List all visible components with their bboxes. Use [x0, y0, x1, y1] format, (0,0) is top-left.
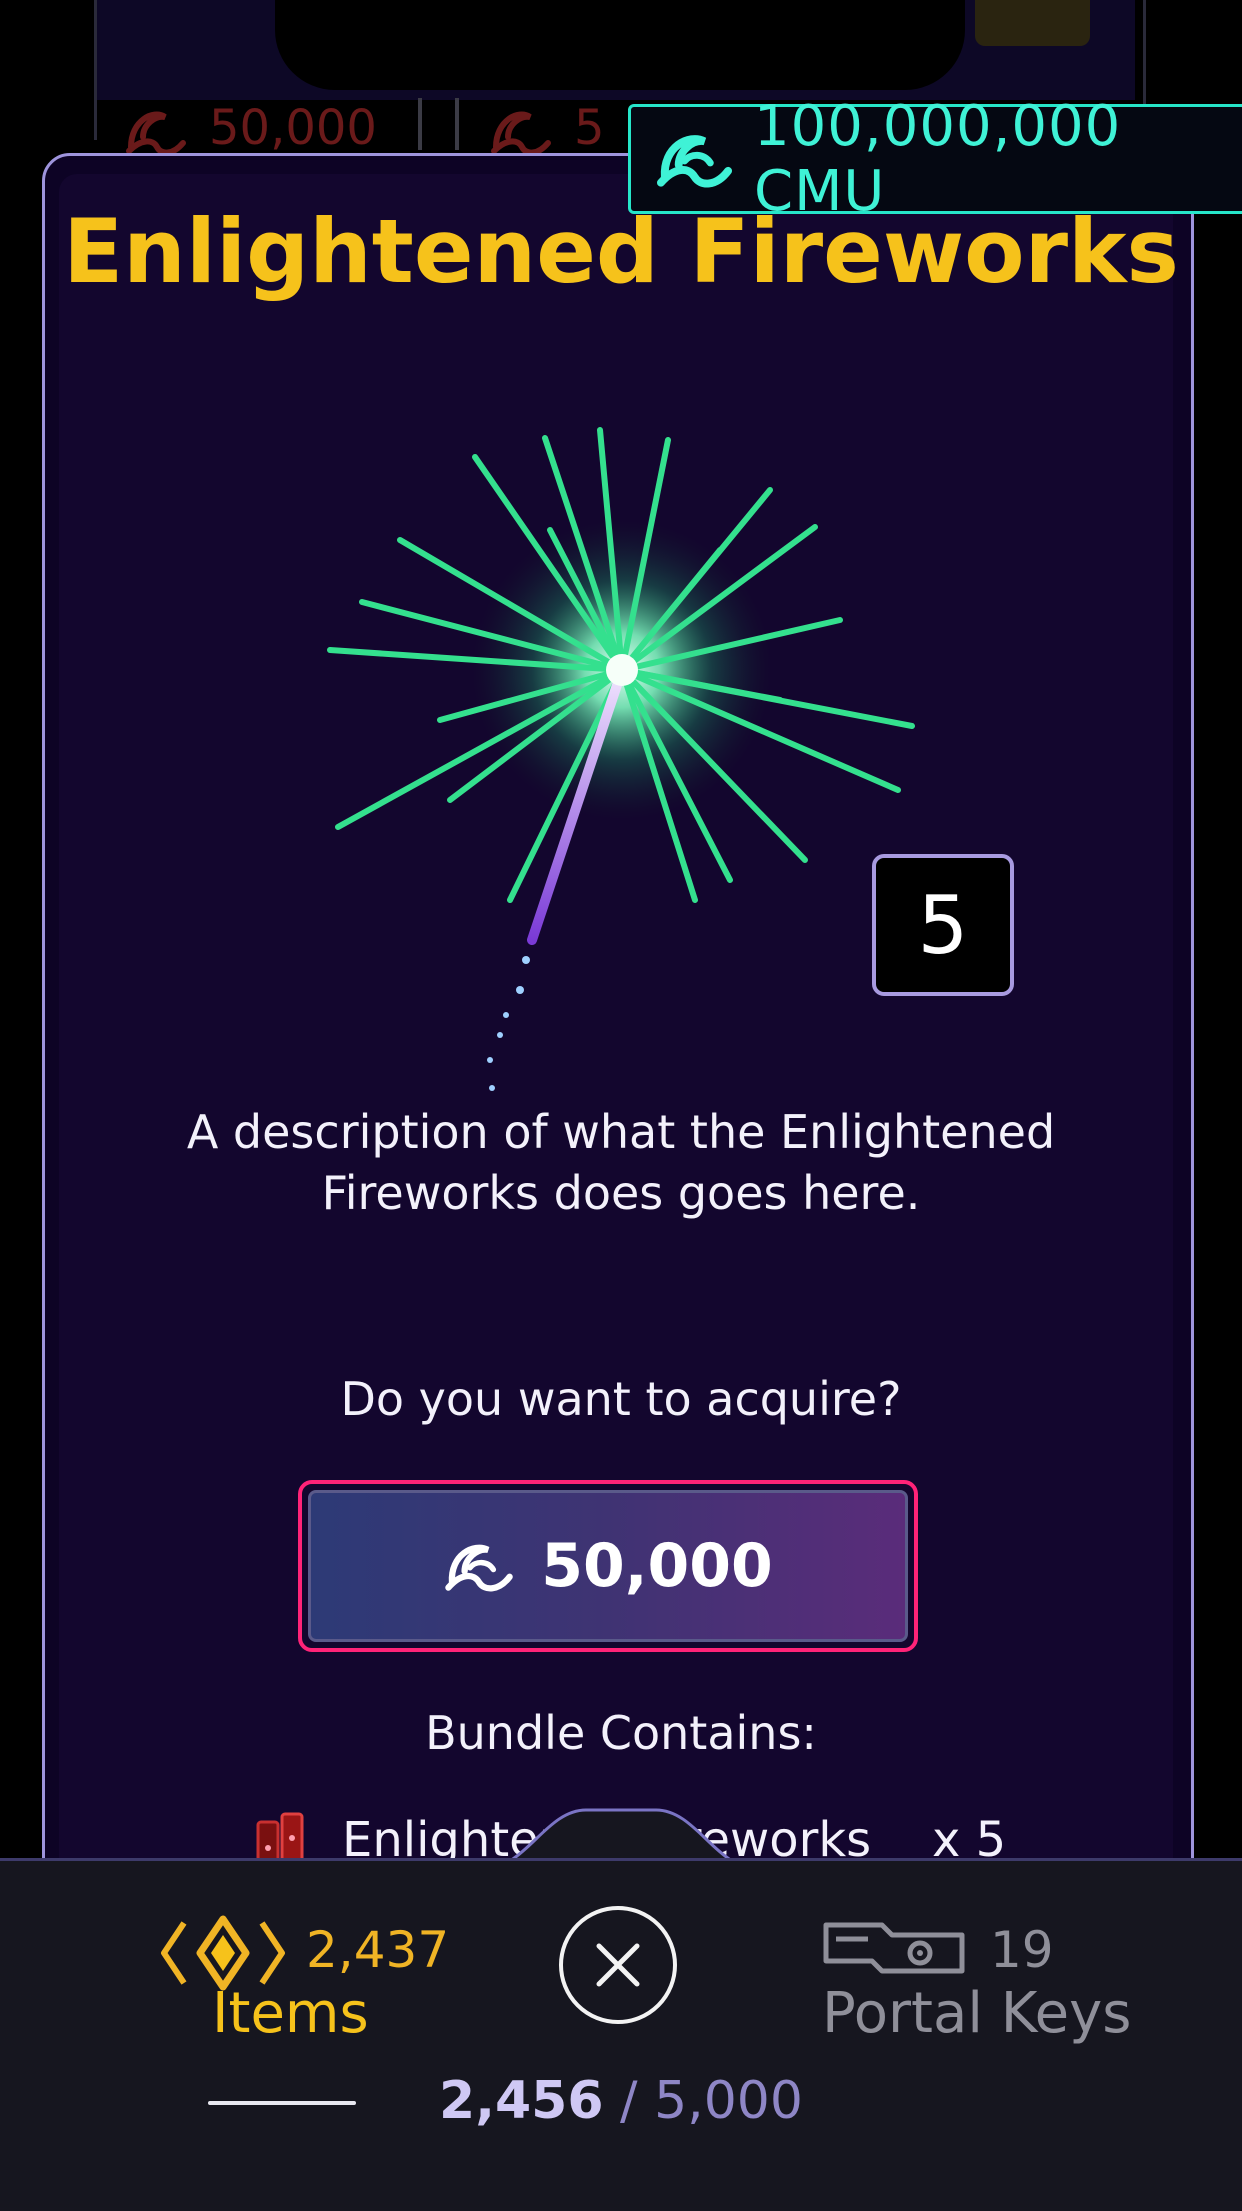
item-quantity-badge: 5 — [872, 854, 1014, 996]
portal-keys-label: Portal Keys — [822, 1981, 1132, 2046]
background-store-header — [95, 0, 1135, 100]
background-price-right: 5 — [490, 100, 605, 159]
acquire-prompt: Do you want to acquire? — [340, 1372, 902, 1426]
inventory-capacity: 2,456 / 5,000 — [0, 2071, 1242, 2131]
background-divider — [94, 0, 97, 140]
bundle-title: Bundle Contains: — [425, 1706, 817, 1760]
item-title: Enlightened Fireworks — [63, 200, 1179, 303]
inventory-bar: 2,437 Items 19 Portal Keys 2,456 / 5,000 — [0, 1858, 1242, 2211]
cmu-balance-badge: 100,000,000 CMU — [628, 94, 1242, 224]
cmu-coin-icon — [445, 1544, 513, 1592]
background-price-right-text: 5 — [574, 100, 605, 156]
background-price-left: 50,000 — [125, 100, 377, 159]
portal-keys-count: 19 — [990, 1921, 1054, 1979]
firework-illustration — [327, 427, 915, 1091]
close-icon — [596, 1943, 640, 1987]
items-count: 2,437 — [306, 1921, 450, 1979]
acquire-button-face[interactable]: 50,000 — [308, 1490, 908, 1642]
capacity-separator: / — [620, 2071, 638, 2131]
item-description: A description of what the Enlightened Fi… — [186, 1105, 1056, 1220]
background-separator — [418, 98, 422, 150]
portal-key-icon — [823, 1922, 965, 1974]
items-label: Items — [212, 1981, 369, 2046]
tab-portal-keys[interactable]: 19 Portal Keys — [822, 1913, 1152, 2063]
background-price-left-text: 50,000 — [209, 100, 377, 156]
capacity-total: 5,000 — [654, 2071, 803, 2131]
background-notch — [275, 0, 965, 90]
cmu-coin-icon — [656, 135, 733, 188]
acquire-price: 50,000 — [541, 1531, 773, 1601]
close-button[interactable] — [559, 1906, 677, 2024]
cmu-coin-icon — [491, 111, 551, 156]
background-separator — [455, 98, 459, 150]
background-thumbnail — [975, 0, 1090, 46]
acquire-button[interactable]: 50,000 — [298, 1480, 918, 1652]
cmu-coin-icon — [126, 111, 186, 156]
capacity-used: 2,456 — [439, 2071, 604, 2131]
